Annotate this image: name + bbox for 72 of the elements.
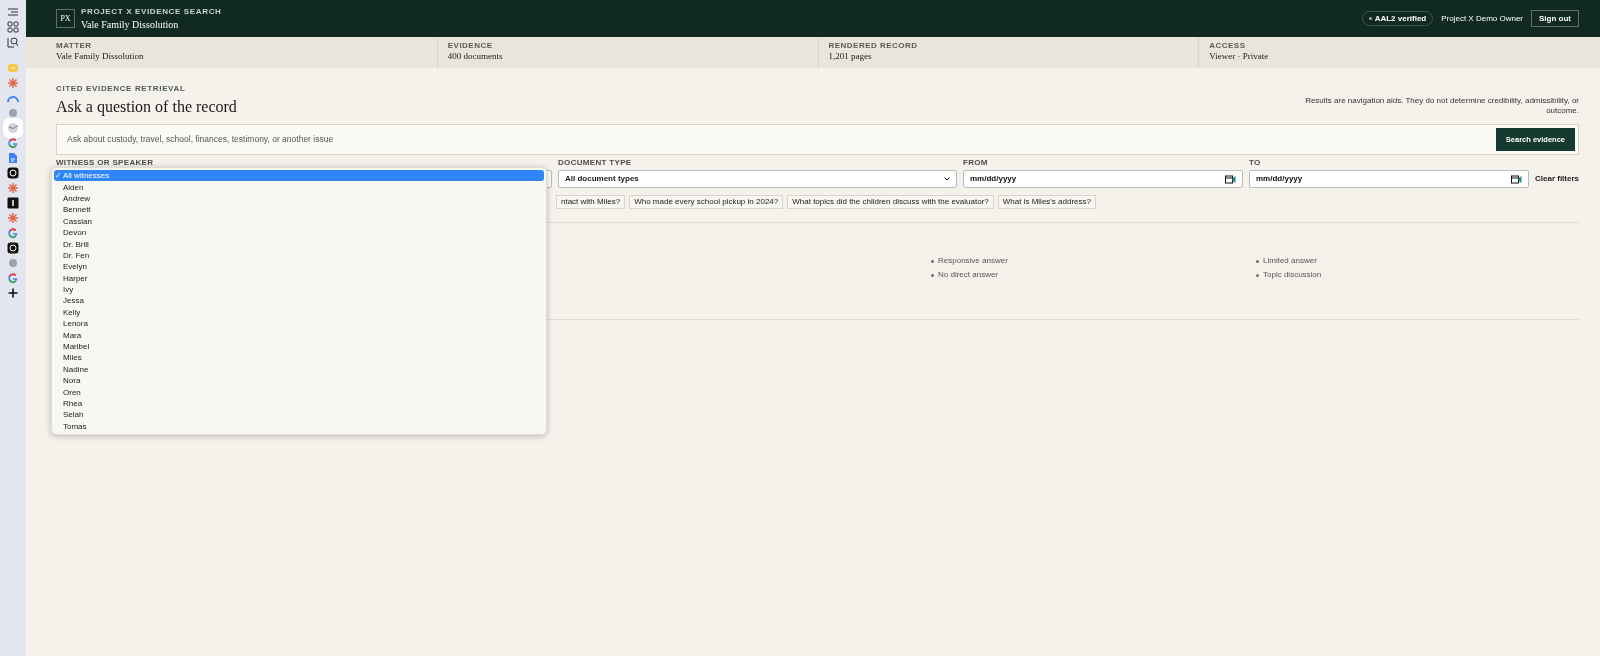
- witness-option[interactable]: Tomas: [54, 420, 544, 432]
- ring-icon[interactable]: [7, 167, 19, 179]
- date-input[interactable]: mm/dd/yyyy: [970, 173, 1225, 185]
- summary-label: EVIDENCE: [447, 41, 494, 51]
- question-input[interactable]: Ask about custody, travel, school, finances, testimony, or another issue: [67, 133, 1496, 146]
- witness-option[interactable]: Dr. Brill: [54, 238, 544, 250]
- date-input[interactable]: mm/dd/yyyy: [1256, 173, 1511, 185]
- summary-label: RENDERED RECORD: [828, 41, 919, 51]
- asterisk-icon[interactable]: [7, 77, 19, 89]
- suggestion-chip[interactable]: ntact with Miles?: [556, 195, 626, 209]
- witness-option[interactable]: Andrew: [54, 192, 544, 205]
- witness-option[interactable]: Harper: [54, 272, 544, 284]
- summary-value: Vale Family Dissolution: [56, 50, 145, 64]
- summary-label: MATTER: [56, 41, 93, 51]
- grid-icon[interactable]: [7, 21, 19, 33]
- legend-label: Topic discussion: [1263, 269, 1322, 281]
- logo: PX: [56, 9, 75, 28]
- summary-value: 1,201 pages: [828, 50, 873, 64]
- menu-icon[interactable]: [7, 6, 19, 18]
- chevron-icon: [944, 177, 950, 181]
- legend-label: Limited answer: [1263, 255, 1317, 267]
- clear-filters-button[interactable]: Clear filters: [1535, 170, 1580, 188]
- matter-title: Vale Family Dissolution: [81, 18, 180, 31]
- witness-option[interactable]: Cassian: [54, 215, 544, 227]
- user-name: Project X Demo Owner: [1441, 12, 1524, 25]
- add-icon[interactable]: [7, 287, 19, 299]
- witness-option[interactable]: Devon: [54, 226, 544, 239]
- calendar-icon[interactable]: [1511, 174, 1522, 184]
- legend-label: Responsive answer: [938, 255, 1008, 267]
- witness-option[interactable]: Ivy: [54, 283, 544, 296]
- witness-option[interactable]: Nadine: [54, 363, 544, 376]
- witness-option[interactable]: Oren: [54, 386, 544, 398]
- witness-option[interactable]: Jessa: [54, 295, 544, 307]
- witness-option[interactable]: Nora: [54, 375, 544, 387]
- circle-icon[interactable]: [7, 107, 19, 119]
- witness-option[interactable]: Mara: [54, 329, 544, 341]
- witness-option[interactable]: Dr. Fen: [54, 249, 544, 262]
- disclaimer: Results are navigation aids. They do not determine credibility, admissibility, or outcome.: [1304, 96, 1580, 116]
- filter-label: FROM: [963, 158, 989, 167]
- date-field[interactable]: mm/dd/yyyy: [1249, 170, 1529, 188]
- witness-option[interactable]: Rhea: [54, 397, 544, 410]
- date-field[interactable]: mm/dd/yyyy: [963, 170, 1243, 188]
- summary-value: Viewer · Private: [1209, 50, 1270, 64]
- summary-value: 400 documents: [447, 50, 504, 64]
- summary-label: ACCESS: [1209, 41, 1247, 51]
- witness-option[interactable]: Alden: [54, 181, 544, 193]
- suggestion-chip[interactable]: What is Miles's address?: [997, 195, 1096, 209]
- legend-label: No direct answer: [938, 269, 999, 281]
- filter-label: DOCUMENT TYPE: [558, 158, 633, 167]
- app-icon[interactable]: [7, 197, 19, 209]
- search-icon[interactable]: [7, 36, 19, 48]
- filter-label: TO: [1249, 158, 1262, 167]
- globe-icon[interactable]: [3, 118, 23, 138]
- witness-option[interactable]: Evelyn: [54, 261, 544, 273]
- witness-option[interactable]: Lenora: [54, 318, 544, 330]
- google-icon[interactable]: [7, 137, 19, 149]
- app-name: PROJECT X EVIDENCE SEARCH: [81, 6, 222, 18]
- section-label: CITED EVIDENCE RETRIEVAL: [56, 83, 187, 95]
- witness-option[interactable]: Kelly: [54, 306, 544, 319]
- page-heading: Ask a question of the record: [56, 97, 237, 118]
- witness-option[interactable]: ✓All witnesses: [54, 170, 544, 182]
- suggestion-chip[interactable]: What topics did the children discuss with the evaluator?: [787, 195, 994, 209]
- witness-option[interactable]: Selah: [54, 409, 544, 421]
- ring-icon[interactable]: [7, 242, 19, 254]
- filter-label: WITNESS OR SPEAKER: [56, 158, 155, 167]
- calendar-icon[interactable]: [1225, 174, 1236, 184]
- document-type-select[interactable]: All document types: [558, 170, 957, 188]
- sign-out-button[interactable]: Sign out: [1531, 10, 1580, 27]
- witness-option[interactable]: Maribel: [54, 340, 544, 353]
- witness-option[interactable]: Miles: [54, 352, 544, 364]
- suggestion-chip[interactable]: Who made every school pickup in 2024?: [629, 195, 784, 209]
- witness-option[interactable]: Bennett: [54, 204, 544, 216]
